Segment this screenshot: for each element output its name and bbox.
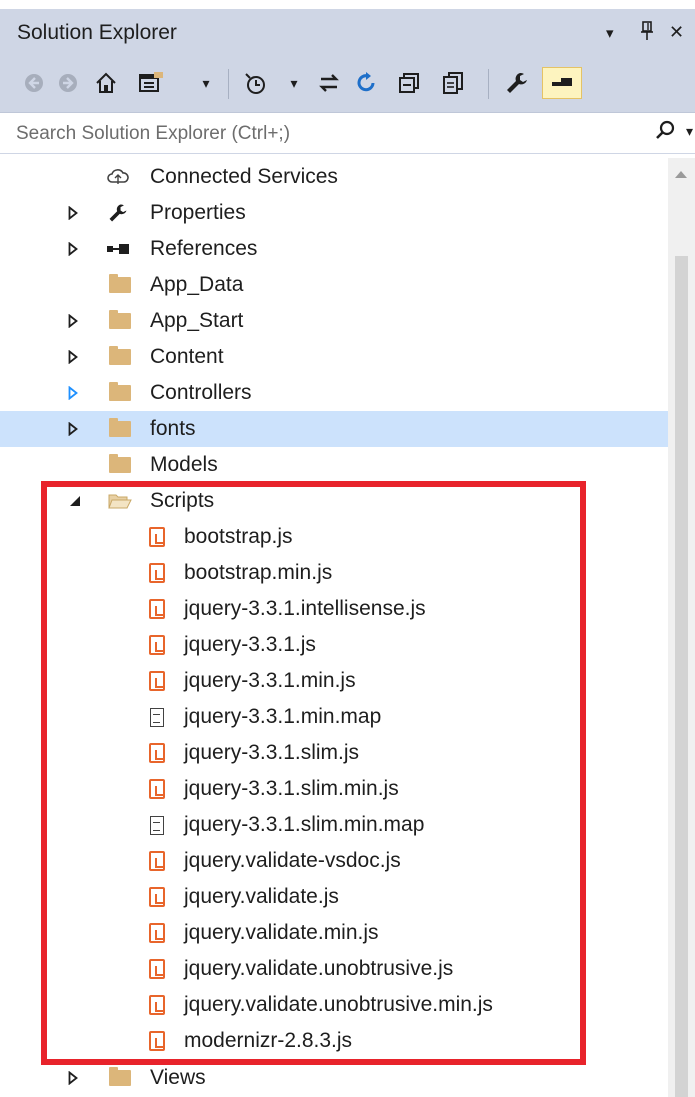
- switch-views-button[interactable]: [134, 67, 170, 99]
- properties-button[interactable]: [501, 67, 533, 99]
- toolbar-separator: [488, 69, 489, 99]
- tree-item-app-start[interactable]: App_Start: [0, 303, 668, 339]
- preview-selected-items-button[interactable]: [542, 67, 582, 99]
- tree-item-label: fonts: [150, 417, 196, 440]
- scrollbar-thumb[interactable]: [675, 256, 688, 1097]
- tree-item-references[interactable]: References: [0, 231, 668, 267]
- title-bar: Solution Explorer ▾ ✕: [0, 9, 695, 55]
- tree-item-label: Views: [150, 1066, 206, 1089]
- forward-button[interactable]: [54, 67, 82, 99]
- folder-icon: [108, 417, 132, 441]
- tree-item-label: App_Start: [150, 309, 244, 332]
- search-input[interactable]: [14, 120, 638, 148]
- sync-with-active-document-button[interactable]: [314, 67, 344, 99]
- folder-icon: [108, 381, 132, 405]
- tree-item-properties[interactable]: Properties: [0, 195, 668, 231]
- toolbar-separator: [228, 69, 229, 99]
- expand-arrow-icon[interactable]: [67, 241, 79, 257]
- tree-item-app-data[interactable]: App_Data: [0, 267, 668, 303]
- tree-item-controllers[interactable]: Controllers: [0, 375, 668, 411]
- tree-item-label: References: [150, 237, 258, 260]
- folder-icon: [108, 273, 132, 297]
- pending-changes-button[interactable]: [240, 67, 270, 99]
- top-strip: [0, 0, 695, 9]
- folder-icon: [108, 345, 132, 369]
- references-icon: [106, 237, 130, 261]
- pin-icon[interactable]: [640, 21, 654, 46]
- tree-item-connected-services[interactable]: Connected Services: [0, 159, 668, 195]
- search-icon[interactable]: [655, 119, 677, 147]
- search-options-dropdown-icon[interactable]: ▾: [686, 123, 693, 140]
- collapse-all-button[interactable]: [394, 67, 424, 99]
- cloud-icon: [106, 165, 130, 189]
- tree-item-fonts[interactable]: fonts: [0, 411, 668, 447]
- switch-views-dropdown-icon[interactable]: ▾: [198, 67, 214, 99]
- expand-arrow-icon[interactable]: [67, 205, 79, 221]
- pending-changes-dropdown-icon[interactable]: ▾: [286, 67, 302, 99]
- show-all-files-button[interactable]: [438, 67, 468, 99]
- expand-arrow-icon[interactable]: [67, 1070, 79, 1086]
- search-bar: ▾: [0, 113, 695, 154]
- tree-item-label: Models: [150, 453, 218, 476]
- back-button[interactable]: [20, 67, 48, 99]
- expand-arrow-icon[interactable]: [67, 313, 79, 329]
- scroll-up-arrow-icon[interactable]: [674, 166, 688, 182]
- expand-arrow-icon[interactable]: [67, 421, 79, 437]
- folder-icon: [108, 309, 132, 333]
- close-icon[interactable]: ✕: [669, 21, 684, 43]
- folder-icon: [108, 453, 132, 477]
- expand-arrow-icon[interactable]: [67, 385, 79, 401]
- tree-item-label: Connected Services: [150, 165, 338, 188]
- wrench-icon: [106, 201, 130, 225]
- tree-item-label: Content: [150, 345, 224, 368]
- tree-item-label: App_Data: [150, 273, 244, 296]
- highlight-box: [41, 481, 586, 1065]
- tree-item-content[interactable]: Content: [0, 339, 668, 375]
- tree-item-views[interactable]: Views: [0, 1060, 668, 1096]
- tree-item-label: Controllers: [150, 381, 252, 404]
- tree-item-label: Properties: [150, 201, 246, 224]
- window-title: Solution Explorer: [17, 21, 177, 44]
- folder-icon: [108, 1066, 132, 1090]
- tree-item-models[interactable]: Models: [0, 447, 668, 483]
- expand-arrow-icon[interactable]: [67, 349, 79, 365]
- refresh-button[interactable]: [352, 67, 382, 99]
- home-button[interactable]: [90, 67, 122, 99]
- window-options-dropdown-icon[interactable]: ▾: [606, 23, 614, 45]
- toolbar: ▾ ▾: [0, 55, 695, 113]
